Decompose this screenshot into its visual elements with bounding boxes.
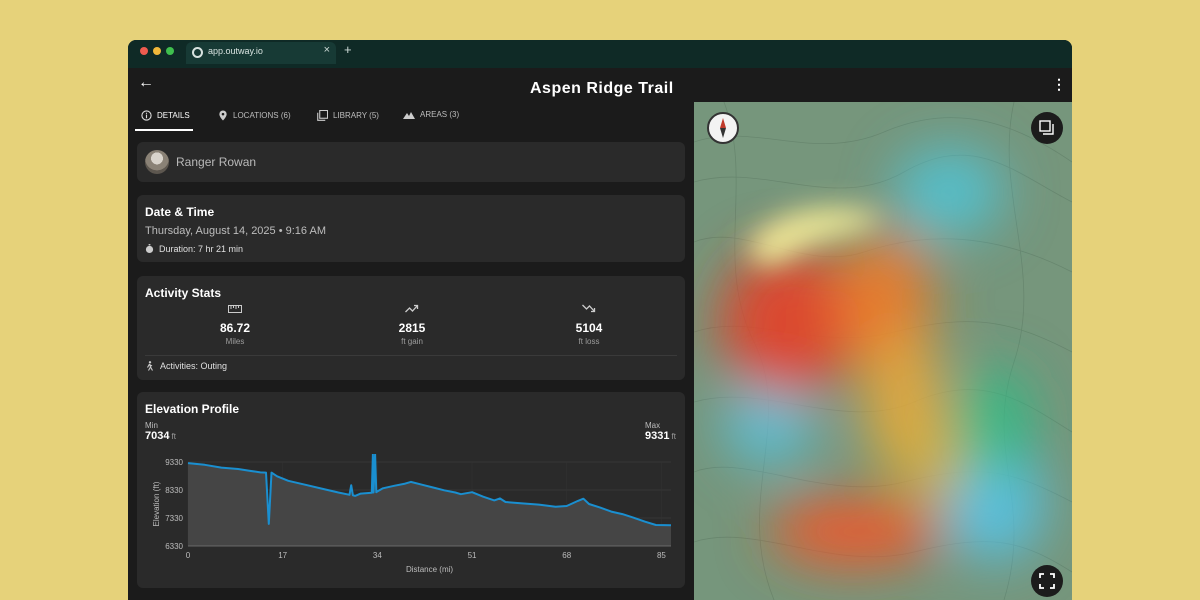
back-arrow-icon[interactable]: ← <box>138 74 154 92</box>
browser-window: app.outway.io × + ← Aspen Ridge Trail ⋮ … <box>128 40 1072 600</box>
close-window-button[interactable] <box>140 47 148 55</box>
map-view[interactable] <box>694 102 1072 600</box>
y-tick-label: 7330 <box>165 514 183 523</box>
datetime-date: Thursday, August 14, 2025 • 9:16 AM <box>145 225 326 237</box>
elevation-chart[interactable]: 6330 7330 8330 9330 0 17 34 51 68 85 Distance (mi)… <box>137 454 685 579</box>
x-tick-label: 85 <box>657 551 666 560</box>
datetime-title: Date & Time <box>145 205 215 219</box>
app-view: ← Aspen Ridge Trail ⋮ DETAILS LOCATIONS … <box>128 68 1072 600</box>
heatmap-layer <box>694 102 1072 600</box>
x-tick-label: 17 <box>278 551 287 560</box>
stat-loss: 5104 ft loss <box>529 304 649 346</box>
elevation-max-value: 9331 <box>645 430 670 442</box>
active-tab-indicator <box>135 129 193 131</box>
tab-details-label: DETAILS <box>157 111 190 120</box>
tab-locations-label: LOCATIONS (6) <box>233 111 291 120</box>
new-tab-button[interactable]: + <box>344 42 352 57</box>
datetime-card: Date & Time Thursday, August 14, 2025 • … <box>137 195 685 262</box>
ruler-icon <box>228 305 242 313</box>
fullscreen-button[interactable] <box>1031 565 1063 597</box>
duration-text: Duration: 7 hr 21 min <box>159 244 244 254</box>
tab-library[interactable]: LIBRARY (5) <box>317 110 379 121</box>
stat-distance: 86.72 Miles <box>175 304 295 346</box>
hiker-icon <box>147 361 153 371</box>
tab-areas[interactable]: AREAS (3) <box>403 110 459 119</box>
activities-row: Activities: Outing <box>145 361 227 371</box>
browser-tab[interactable]: app.outway.io × <box>186 42 336 64</box>
elevation-min-value: 7034 <box>145 430 170 442</box>
stat-distance-label: Miles <box>225 337 245 346</box>
more-menu-icon[interactable]: ⋮ <box>1052 76 1066 93</box>
layers-button[interactable] <box>1031 112 1063 144</box>
app-header: ← Aspen Ridge Trail ⋮ <box>128 68 1072 102</box>
details-panel: DETAILS LOCATIONS (6) LIBRARY (5) AREAS … <box>128 102 694 600</box>
layers-icon <box>1039 120 1054 135</box>
detail-tabs: DETAILS LOCATIONS (6) LIBRARY (5) AREAS … <box>128 102 694 132</box>
stat-gain-label: ft gain <box>401 337 423 346</box>
site-favicon-icon <box>192 47 203 58</box>
y-tick-label: 6330 <box>165 542 183 551</box>
stat-gain: 2815 ft gain <box>352 304 472 346</box>
activities-text: Activities: Outing <box>160 361 228 371</box>
elevation-max-label: Max <box>645 421 661 430</box>
user-name: Ranger Rowan <box>176 155 257 169</box>
mountain-icon <box>403 112 415 119</box>
fullscreen-icon <box>1039 573 1055 589</box>
user-card[interactable]: Ranger Rowan <box>137 142 685 182</box>
y-tick-label: 8330 <box>165 486 183 495</box>
elevation-min-label: Min <box>145 421 158 430</box>
compass-icon <box>720 118 726 138</box>
stat-distance-value: 86.72 <box>219 321 251 335</box>
tab-locations[interactable]: LOCATIONS (6) <box>218 110 291 121</box>
elevation-max: Max 9331 ft <box>645 421 676 442</box>
minimize-window-button[interactable] <box>153 47 161 55</box>
elevation-min-unit: ft <box>171 432 176 441</box>
browser-titlebar: app.outway.io × + <box>128 40 1072 64</box>
library-icon <box>317 110 328 121</box>
tab-library-label: LIBRARY (5) <box>333 111 379 120</box>
x-tick-label: 51 <box>468 551 477 560</box>
y-tick-label: 9330 <box>165 458 183 467</box>
x-tick-label: 0 <box>186 551 191 560</box>
tab-details[interactable]: DETAILS <box>141 110 190 121</box>
y-axis-label: Elevation (ft) <box>152 481 161 526</box>
pin-icon <box>219 110 227 121</box>
stopwatch-icon <box>145 244 154 254</box>
elevation-title: Elevation Profile <box>145 402 240 416</box>
elevation-profile-card: Elevation Profile Min 7034 ft Max 9331 ft … <box>137 392 685 588</box>
x-axis-label: Distance (mi) <box>406 565 453 574</box>
avatar <box>145 150 169 174</box>
close-tab-icon[interactable]: × <box>324 44 330 56</box>
x-tick-label: 34 <box>373 551 382 560</box>
activity-stats-card: Activity Stats 86.72 Miles 2815 ft gain … <box>137 276 685 380</box>
duration-row: Duration: 7 hr 21 min <box>145 244 243 254</box>
stats-divider <box>145 355 677 356</box>
trending-up-icon <box>405 304 419 313</box>
stat-gain-value: 2815 <box>398 321 426 335</box>
compass-button[interactable] <box>707 112 739 144</box>
stat-loss-label: ft loss <box>578 337 600 346</box>
tab-areas-label: AREAS (3) <box>420 110 460 119</box>
browser-tab-title: app.outway.io <box>208 46 263 56</box>
elevation-area <box>188 454 671 546</box>
activity-stats-title: Activity Stats <box>145 286 222 300</box>
elevation-max-unit: ft <box>671 432 676 441</box>
page-title: Aspen Ridge Trail <box>530 80 674 97</box>
trending-down-icon <box>582 304 596 313</box>
elevation-min: Min 7034 ft <box>145 421 176 442</box>
maximize-window-button[interactable] <box>166 47 174 55</box>
info-icon <box>141 110 152 121</box>
x-tick-label: 68 <box>562 551 571 560</box>
stat-loss-value: 5104 <box>575 321 603 335</box>
